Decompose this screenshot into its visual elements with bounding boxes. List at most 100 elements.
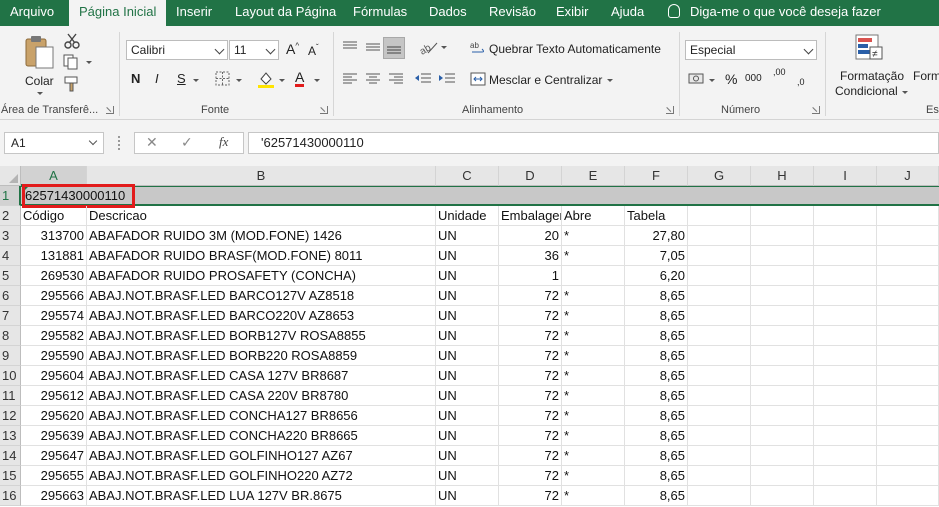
column-title-cell[interactable]: Código: [21, 206, 87, 226]
table-cell[interactable]: 27,80: [625, 226, 688, 246]
table-cell[interactable]: 72: [499, 346, 562, 366]
empty-cell[interactable]: [688, 346, 751, 366]
table-cell[interactable]: UN: [436, 286, 499, 306]
table-cell[interactable]: ABAJ.NOT.BRASF.LED CASA 220V BR8780: [87, 386, 436, 406]
empty-cell[interactable]: [688, 266, 751, 286]
empty-cell[interactable]: [814, 366, 877, 386]
table-cell[interactable]: *: [562, 326, 625, 346]
empty-cell[interactable]: [688, 366, 751, 386]
copy-dropdown-icon[interactable]: [86, 61, 92, 64]
empty-cell[interactable]: [814, 226, 877, 246]
empty-cell[interactable]: [877, 346, 939, 366]
insert-function-icon[interactable]: fx: [219, 134, 228, 150]
empty-cell[interactable]: [688, 306, 751, 326]
format-table-label-1[interactable]: Forma: [913, 69, 939, 83]
empty-cell[interactable]: [751, 406, 814, 426]
row-header-3[interactable]: 3: [0, 226, 21, 246]
fill-color-dropdown-icon[interactable]: [279, 79, 285, 82]
column-title-cell[interactable]: Descricao: [87, 206, 436, 226]
column-header-j[interactable]: J: [877, 166, 939, 186]
table-cell[interactable]: 295574: [21, 306, 87, 326]
table-cell[interactable]: 8,65: [625, 286, 688, 306]
table-cell[interactable]: 295590: [21, 346, 87, 366]
empty-cell[interactable]: [877, 246, 939, 266]
empty-cell[interactable]: [751, 226, 814, 246]
table-cell[interactable]: UN: [436, 246, 499, 266]
empty-cell[interactable]: [688, 226, 751, 246]
table-cell[interactable]: 1: [499, 266, 562, 286]
table-cell[interactable]: ABAJ.NOT.BRASF.LED BARCO127V AZ8518: [87, 286, 436, 306]
table-cell[interactable]: 8,65: [625, 306, 688, 326]
bold-button[interactable]: N: [131, 71, 140, 86]
row-header-4[interactable]: 4: [0, 246, 21, 266]
table-cell[interactable]: 295639: [21, 426, 87, 446]
empty-cell[interactable]: [688, 326, 751, 346]
column-header-f[interactable]: F: [625, 166, 688, 186]
empty-cell[interactable]: [814, 206, 877, 226]
tab-layout-da-pagina[interactable]: Layout da Página: [225, 0, 346, 26]
table-cell[interactable]: *: [562, 226, 625, 246]
table-cell[interactable]: 72: [499, 326, 562, 346]
tab-revisao[interactable]: Revisão: [479, 0, 546, 26]
empty-cell[interactable]: [751, 246, 814, 266]
table-cell[interactable]: UN: [436, 446, 499, 466]
enter-icon[interactable]: ✓: [181, 134, 193, 151]
merge-center-icon[interactable]: [470, 72, 486, 86]
font-size-combo[interactable]: 11: [229, 40, 279, 60]
column-title-cell[interactable]: Abre: [562, 206, 625, 226]
table-cell[interactable]: 295612: [21, 386, 87, 406]
table-cell[interactable]: ABAJ.NOT.BRASF.LED GOLFINHO220 AZ72: [87, 466, 436, 486]
cancel-icon[interactable]: ✕: [146, 134, 158, 151]
table-cell[interactable]: *: [562, 386, 625, 406]
table-cell[interactable]: *: [562, 446, 625, 466]
table-cell[interactable]: 72: [499, 366, 562, 386]
table-cell[interactable]: 295620: [21, 406, 87, 426]
empty-cell[interactable]: [751, 386, 814, 406]
decrease-decimal-button[interactable]: ,0: [797, 77, 805, 87]
merge-center-button[interactable]: Mesclar e Centralizar: [489, 73, 602, 87]
table-cell[interactable]: UN: [436, 486, 499, 506]
column-title-cell[interactable]: Embalagem: [499, 206, 562, 226]
tab-exibir[interactable]: Exibir: [546, 0, 599, 26]
row-header-14[interactable]: 14: [0, 446, 21, 466]
row-header-8[interactable]: 8: [0, 326, 21, 346]
empty-cell[interactable]: [751, 206, 814, 226]
empty-cell[interactable]: [877, 206, 939, 226]
table-cell[interactable]: 7,05: [625, 246, 688, 266]
row-header-15[interactable]: 15: [0, 466, 21, 486]
empty-cell[interactable]: [688, 466, 751, 486]
currency-icon[interactable]: [688, 71, 706, 87]
empty-cell[interactable]: [751, 446, 814, 466]
table-cell[interactable]: *: [562, 426, 625, 446]
column-title-cell[interactable]: Unidade: [436, 206, 499, 226]
table-cell[interactable]: UN: [436, 386, 499, 406]
table-cell[interactable]: 72: [499, 286, 562, 306]
row-header-13[interactable]: 13: [0, 426, 21, 446]
empty-cell[interactable]: [814, 346, 877, 366]
table-cell[interactable]: 295582: [21, 326, 87, 346]
table-cell[interactable]: 8,65: [625, 426, 688, 446]
table-cell[interactable]: UN: [436, 326, 499, 346]
increase-font-icon[interactable]: A^: [286, 41, 299, 57]
table-cell[interactable]: 72: [499, 486, 562, 506]
row-header-6[interactable]: 6: [0, 286, 21, 306]
empty-cell[interactable]: [688, 486, 751, 506]
empty-cell[interactable]: [877, 466, 939, 486]
wrap-text-button[interactable]: Quebrar Texto Automaticamente: [489, 42, 661, 56]
empty-cell[interactable]: [877, 426, 939, 446]
table-cell[interactable]: 72: [499, 466, 562, 486]
empty-cell[interactable]: [751, 426, 814, 446]
table-cell[interactable]: 295655: [21, 466, 87, 486]
table-cell[interactable]: ABAJ.NOT.BRASF.LED GOLFINHO127 AZ67: [87, 446, 436, 466]
empty-cell[interactable]: [877, 266, 939, 286]
empty-cell[interactable]: [688, 446, 751, 466]
empty-cell[interactable]: [814, 486, 877, 506]
empty-cell[interactable]: [877, 286, 939, 306]
table-cell[interactable]: ABAJ.NOT.BRASF.LED CONCHA127 BR8656: [87, 406, 436, 426]
table-cell[interactable]: *: [562, 346, 625, 366]
table-cell[interactable]: 295663: [21, 486, 87, 506]
row-header-11[interactable]: 11: [0, 386, 21, 406]
column-header-i[interactable]: I: [814, 166, 877, 186]
row-header-10[interactable]: 10: [0, 366, 21, 386]
table-cell[interactable]: 8,65: [625, 486, 688, 506]
